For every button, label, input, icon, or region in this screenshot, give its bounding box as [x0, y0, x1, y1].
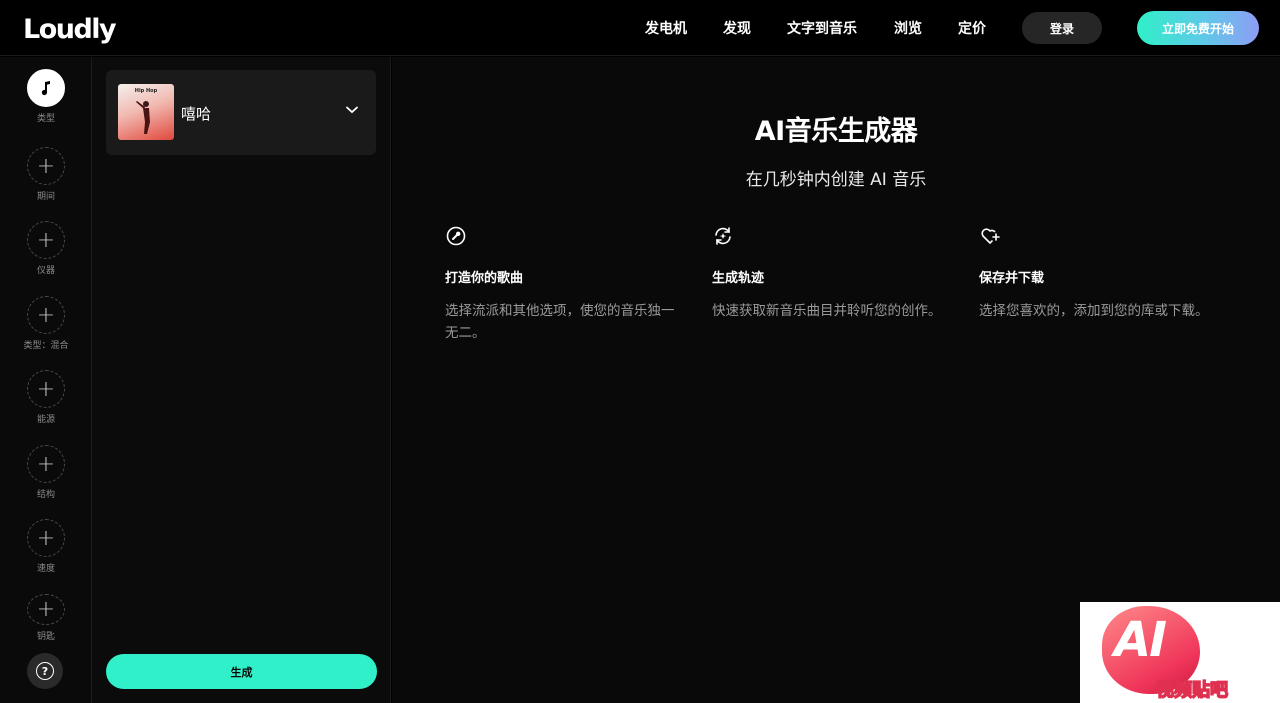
- thumbnail-label: Hip Hop: [134, 88, 158, 94]
- rail-item-tempo[interactable]: + 速度: [0, 519, 92, 574]
- plus-icon: +: [27, 519, 65, 557]
- rail-item-label: 能源: [36, 415, 55, 425]
- watermark: AI 视频贴吧: [1080, 602, 1280, 703]
- top-header: Loudly 发电机 发现 文字到音乐 浏览 定价 登录 立即免费开始: [0, 0, 1280, 56]
- login-button[interactable]: 登录: [1022, 12, 1102, 44]
- rail-item-structure[interactable]: + 结构: [0, 445, 92, 500]
- start-free-button[interactable]: 立即免费开始: [1137, 11, 1259, 45]
- heart-plus-icon: [981, 228, 1000, 244]
- nav-discover[interactable]: 发现: [723, 18, 751, 38]
- rail-item-label: 类型: [36, 114, 55, 124]
- chevron-down-icon[interactable]: [346, 106, 358, 114]
- rail-item-energy[interactable]: + 能源: [0, 370, 92, 425]
- rail-item-label: 类型：混合: [23, 341, 69, 351]
- genre-panel: Hip Hop 嘻哈 生成: [92, 57, 391, 703]
- generate-button[interactable]: 生成: [106, 654, 377, 689]
- options-rail: 类型 + 期间 + 仪器 + 类型：混合 + 能源 + 结构 + 速度 + 钥匙: [0, 57, 92, 703]
- wrench-icon: [446, 226, 466, 246]
- feature-desc: 选择您喜欢的，添加到您的库或下载。: [979, 303, 1209, 319]
- feature-title: 打造你的歌曲: [445, 271, 524, 286]
- nav-pricing[interactable]: 定价: [958, 18, 986, 38]
- rail-item-label: 钥匙: [36, 632, 55, 642]
- feature-save-download: 保存并下载 选择您喜欢的，添加到您的库或下载。: [979, 225, 1219, 322]
- plus-icon: +: [27, 594, 65, 625]
- page-title: AI音乐生成器: [754, 116, 918, 147]
- main-nav: 发电机 发现 文字到音乐 浏览 定价: [0, 18, 1000, 38]
- genre-name: 嘻哈: [181, 105, 212, 123]
- feature-title: 保存并下载: [979, 271, 1045, 286]
- feature-desc: 快速获取新音乐曲目并聆听您的创作。: [712, 303, 942, 319]
- music-note-icon: [27, 69, 65, 107]
- nav-text-to-music[interactable]: 文字到音乐: [787, 18, 857, 38]
- rail-item-key[interactable]: + 钥匙: [0, 594, 92, 642]
- rail-item-label: 期间: [36, 192, 55, 202]
- genre-selector[interactable]: Hip Hop 嘻哈: [106, 70, 376, 155]
- genre-thumbnail: Hip Hop: [118, 84, 174, 140]
- rail-item-period[interactable]: + 期间: [0, 147, 92, 202]
- rail-item-genre[interactable]: 类型: [0, 69, 92, 124]
- rail-item-label: 速度: [36, 564, 55, 574]
- rail-item-label: 结构: [36, 490, 55, 500]
- nav-browse[interactable]: 浏览: [894, 18, 922, 38]
- performer-figure-icon: [136, 101, 150, 134]
- question-mark-icon: ?: [36, 662, 54, 680]
- plus-icon: +: [27, 370, 65, 408]
- plus-icon: +: [27, 445, 65, 483]
- rail-item-label: 仪器: [36, 266, 55, 276]
- page: Loudly 发电机 发现 文字到音乐 浏览 定价 登录 立即免费开始 类型 +…: [0, 0, 1280, 703]
- rail-item-genre-mix[interactable]: + 类型：混合: [0, 296, 92, 351]
- help-button[interactable]: ?: [27, 653, 63, 689]
- plus-icon: +: [27, 221, 65, 259]
- feature-title: 生成轨迹: [712, 271, 765, 286]
- feature-generate-track: 生成轨迹 快速获取新音乐曲目并聆听您的创作。: [712, 225, 952, 322]
- watermark-ai: AI: [1114, 612, 1167, 668]
- feature-desc: 选择流派和其他选项，使您的音乐独一无二。: [445, 303, 675, 341]
- nav-generator[interactable]: 发电机: [645, 18, 687, 38]
- plus-icon: +: [27, 296, 65, 334]
- refresh-sparkle-icon: [715, 227, 731, 245]
- watermark-text: 视频贴吧: [1155, 679, 1229, 702]
- page-subtitle: 在几秒钟内创建 AI 音乐: [745, 170, 927, 190]
- rail-item-instrument[interactable]: + 仪器: [0, 221, 92, 276]
- plus-icon: +: [27, 147, 65, 185]
- feature-craft-song: 打造你的歌曲 选择流派和其他选项，使您的音乐独一无二。: [445, 225, 685, 344]
